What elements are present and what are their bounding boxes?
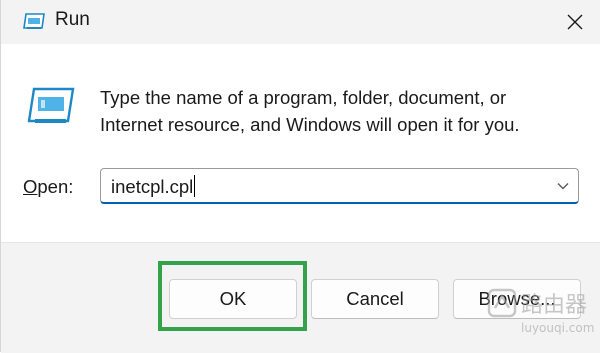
dialog-content: Type the name of a program, folder, docu… [1,44,600,242]
run-app-icon [23,13,45,29]
watermark-en-text: luyouqi.com [521,321,594,335]
window-title: Run [55,9,90,30]
close-icon [567,14,583,30]
ok-button[interactable]: OK [169,279,297,319]
open-input[interactable]: inetcpl.cpl [111,175,196,198]
cancel-button[interactable]: Cancel [311,279,439,319]
close-button[interactable] [549,0,600,44]
description-line-1: Type the name of a program, folder, docu… [100,87,507,108]
text-caret [194,175,196,197]
run-app-icon [27,87,75,123]
open-combobox[interactable]: inetcpl.cpl [100,168,579,204]
open-input-value: inetcpl.cpl [111,176,194,197]
description-line-2: Internet resource, and Windows will open… [100,114,520,135]
title-bar[interactable]: Run [1,0,600,44]
watermark-logo: 路由器 luyouqi.com [487,288,594,335]
watermark-cn-text: 路由器 [521,293,587,318]
chevron-down-icon[interactable] [556,179,570,193]
open-label-mnemonic: O [23,176,38,197]
run-dialog: Run Type the name of a program, folder, … [0,0,600,353]
open-label-rest: pen: [37,176,74,197]
description-text: Type the name of a program, folder, docu… [100,84,570,138]
open-label: Open: [23,176,73,198]
